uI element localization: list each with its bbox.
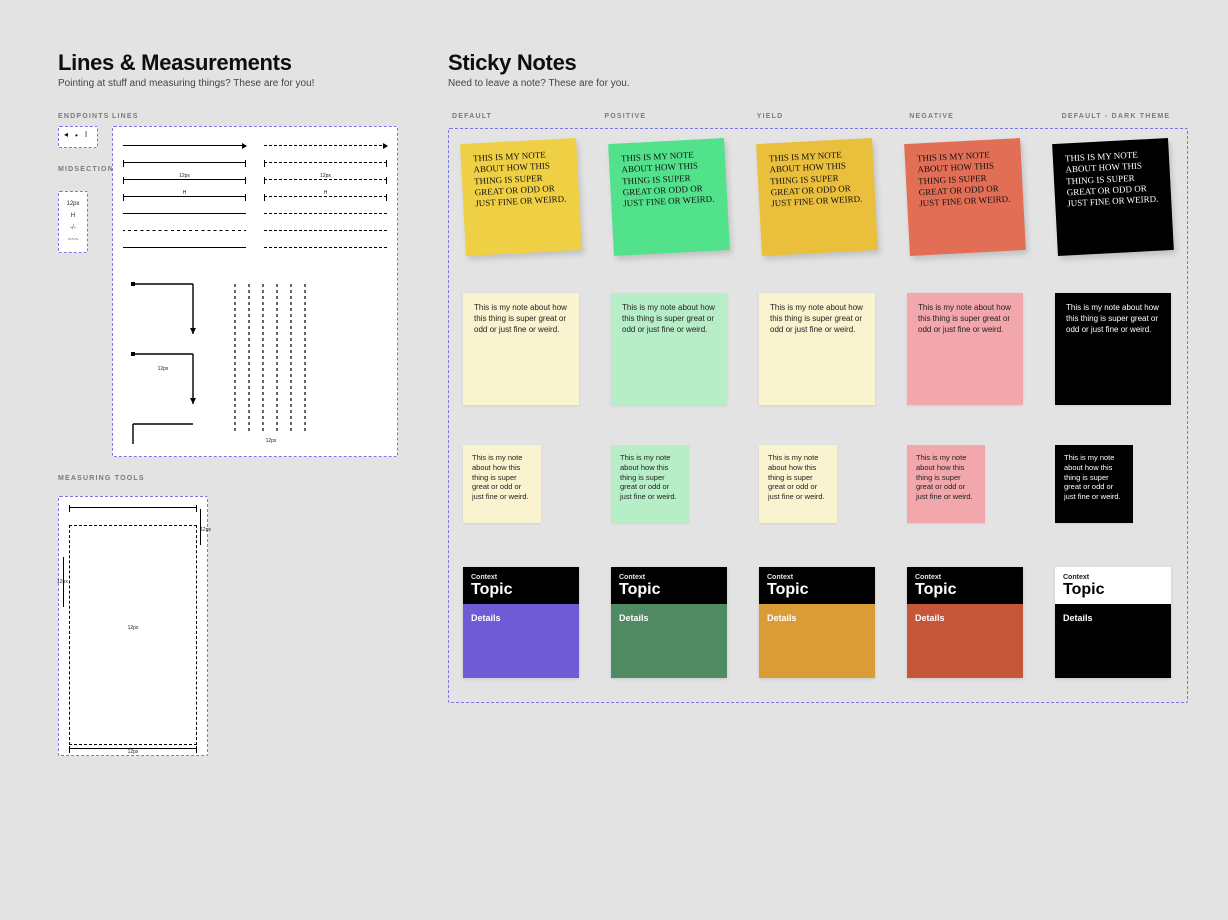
context-label: Context (767, 574, 867, 581)
corner-lines: 12px 12px (123, 274, 387, 444)
sticky-small[interactable]: This is my note about how this thing is … (1055, 445, 1133, 523)
sticky-section: Sticky Notes Need to leave a note? These… (448, 50, 1188, 703)
lines-label: LINES (112, 113, 398, 120)
arrow-left-icon: ◂ (64, 130, 68, 139)
topic-card[interactable]: ContextTopicDetails (759, 567, 875, 678)
sticky-flat[interactable]: This is my note about how this thing is … (611, 293, 727, 405)
details-label: Details (463, 604, 579, 678)
dim-label: 12px (128, 625, 139, 631)
topic-card[interactable]: ContextTopicDetails (463, 567, 579, 678)
topic-card[interactable]: ContextTopicDetails (907, 567, 1023, 678)
sticky-small[interactable]: This is my note about how this thing is … (611, 445, 689, 523)
topic-label: Topic (471, 582, 571, 598)
group-default: DEFAULT (452, 113, 574, 120)
midsection-item: ~~~ (64, 234, 82, 246)
sticky-small[interactable]: This is my note about how this thing is … (907, 445, 985, 523)
sticky-flat[interactable]: This is my note about how this thing is … (759, 293, 875, 405)
dim-label: 12px (177, 173, 192, 179)
sticky-tilt[interactable]: THIS IS MY NOTE ABOUT HOW THIS THING IS … (608, 138, 730, 256)
details-label: Details (611, 604, 727, 678)
topic-label: Topic (619, 582, 719, 598)
dim-label: 12px (158, 366, 169, 372)
sticky-grid: THIS IS MY NOTE ABOUT HOW THIS THING IS … (448, 128, 1188, 703)
sticky-title: Sticky Notes (448, 50, 1188, 76)
context-label: Context (471, 574, 571, 581)
lines-title: Lines & Measurements (58, 50, 398, 76)
sticky-subtitle: Need to leave a note? These are for you. (448, 78, 1188, 89)
measuring-tools-box: 12px 12px 12px 12px (58, 496, 208, 756)
group-negative: NEGATIVE (909, 113, 1031, 120)
dim-label: 12px (57, 579, 68, 585)
details-label: Details (1055, 604, 1171, 678)
midsection-item: H (64, 210, 82, 222)
context-label: Context (915, 574, 1015, 581)
dim-label: 12px (128, 749, 139, 755)
endpoints-label: ENDPOINTS (58, 113, 98, 120)
topic-card-header: ContextTopic (759, 567, 875, 604)
sticky-tilt[interactable]: THIS IS MY NOTE ABOUT HOW THIS THING IS … (904, 138, 1026, 256)
topic-label: Topic (1063, 582, 1163, 598)
tick-icon: ǀ (85, 130, 87, 139)
midsections-label: MIDSECTIONS (58, 166, 98, 173)
sticky-small[interactable]: This is my note about how this thing is … (759, 445, 837, 523)
midsection-item: 12px (64, 198, 82, 210)
group-positive: POSITIVE (604, 113, 726, 120)
group-yield: YIELD (757, 113, 879, 120)
sticky-small[interactable]: This is my note about how this thing is … (463, 445, 541, 523)
dim-label: 12px (318, 173, 333, 179)
topic-label: Topic (767, 582, 867, 598)
details-label: Details (907, 604, 1023, 678)
topic-card-header: ContextTopic (463, 567, 579, 604)
topic-label: Topic (915, 582, 1015, 598)
lines-section: Lines & Measurements Pointing at stuff a… (58, 50, 398, 756)
topic-card-header: ContextTopic (1055, 567, 1171, 604)
dot-icon: • (75, 131, 78, 140)
endpoints-box: ◂ • ǀ (58, 126, 98, 148)
sticky-tilt[interactable]: THIS IS MY NOTE ABOUT HOW THIS THING IS … (756, 138, 878, 256)
midsection-item: -/- (64, 222, 82, 234)
topic-card-header: ContextTopic (907, 567, 1023, 604)
dim-label: 12px (200, 527, 211, 533)
sticky-tilt[interactable]: THIS IS MY NOTE ABOUT HOW THIS THING IS … (460, 138, 582, 256)
group-dark: DEFAULT - DARK THEME (1062, 113, 1184, 120)
svg-text:12px: 12px (266, 438, 277, 444)
sticky-tilt[interactable]: THIS IS MY NOTE ABOUT HOW THIS THING IS … (1052, 138, 1174, 256)
measuring-label: MEASURING TOOLS (58, 475, 398, 482)
corner-dashed-icon: 12px (229, 274, 319, 444)
corner-solid-icon: 12px (123, 274, 213, 444)
context-label: Context (1063, 574, 1163, 581)
topic-card-header: ContextTopic (611, 567, 727, 604)
sticky-flat[interactable]: This is my note about how this thing is … (463, 293, 579, 405)
sticky-flat[interactable]: This is my note about how this thing is … (1055, 293, 1171, 405)
midsections-box: 12px H -/- ~~~ (58, 191, 88, 253)
details-label: Details (759, 604, 875, 678)
context-label: Context (619, 574, 719, 581)
lines-box: 12px 12px HH (112, 126, 398, 457)
topic-card[interactable]: ContextTopicDetails (1055, 567, 1171, 678)
lines-subtitle: Pointing at stuff and measuring things? … (58, 78, 398, 89)
sticky-flat[interactable]: This is my note about how this thing is … (907, 293, 1023, 405)
topic-card[interactable]: ContextTopicDetails (611, 567, 727, 678)
